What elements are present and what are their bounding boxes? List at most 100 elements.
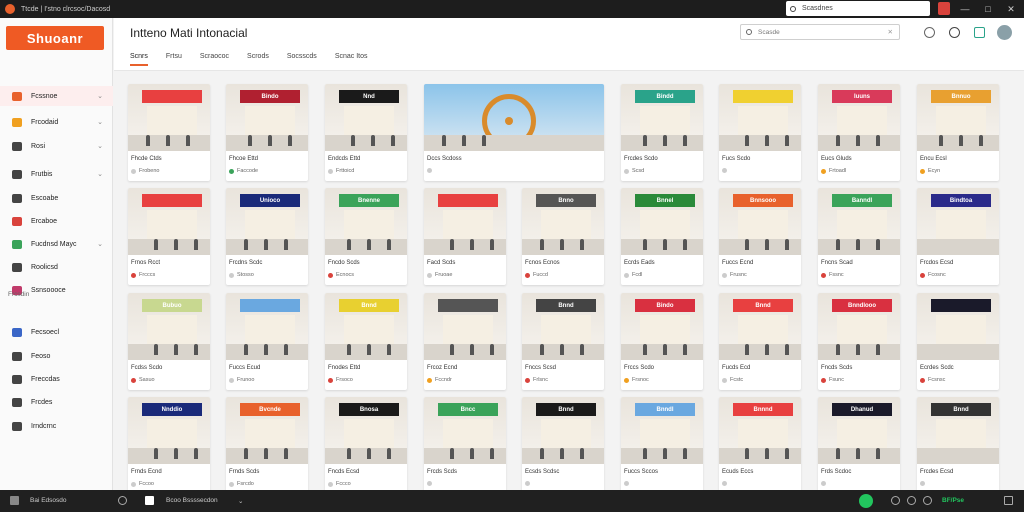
avatar[interactable] bbox=[997, 25, 1012, 40]
chevron-down-icon[interactable]: ⌄ bbox=[238, 497, 243, 505]
tab[interactable]: Scraococ bbox=[200, 53, 229, 66]
status-dot-icon bbox=[131, 168, 136, 174]
shopper-figure bbox=[154, 239, 158, 250]
store-card[interactable]: Bnno Fcnos Ecnos Fuccd bbox=[522, 188, 604, 285]
chevron-down-icon[interactable]: ⌄ bbox=[97, 240, 103, 248]
store-card[interactable]: Bindd Frcdes Scdo Scsd bbox=[621, 84, 703, 181]
store-thumbnail: Banndl bbox=[818, 188, 900, 255]
tab[interactable]: Frtsu bbox=[166, 53, 182, 66]
sidebar-item[interactable]: Roolicsd bbox=[0, 257, 113, 277]
store-meta: Fccoo bbox=[131, 481, 154, 487]
store-card[interactable]: Bindtoa Frcdos Ecsd Fcosnc bbox=[917, 188, 999, 285]
store-card[interactable]: Nnd Endcds Ettd Frttoicd bbox=[325, 84, 407, 181]
settings-icon[interactable] bbox=[949, 27, 960, 38]
app-logo[interactable]: Shuoanr bbox=[6, 26, 104, 50]
tab[interactable]: Scnrs bbox=[130, 53, 148, 66]
store-card[interactable]: Bnenne Fncdo Scds Ecnocs bbox=[325, 188, 407, 285]
store-card[interactable]: Bnnd Fnodes Ettd Frsoco bbox=[325, 293, 407, 390]
store-card[interactable]: Unioco Frcdns Scdc Stosso bbox=[226, 188, 308, 285]
store-card[interactable]: Bnnuo Encu Ecsl Ecyn bbox=[917, 84, 999, 181]
tab[interactable]: Socsscds bbox=[287, 53, 317, 66]
store-meta-text: Fccndr bbox=[435, 377, 452, 383]
store-card[interactable]: Banndl Fncns Scad Fssnc bbox=[818, 188, 900, 285]
store-card[interactable]: Bncc Frcds Scds bbox=[424, 397, 506, 494]
sidebar-section-item[interactable]: Frcdes bbox=[0, 392, 113, 412]
wifi-icon[interactable] bbox=[907, 496, 916, 505]
store-name: Fhcoe Ettd bbox=[229, 156, 259, 162]
store-card[interactable]: Bindo Frccs Scdo Frsnoc bbox=[621, 293, 703, 390]
volume-icon[interactable] bbox=[891, 496, 900, 505]
tab[interactable]: Scnac Itos bbox=[335, 53, 368, 66]
sidebar-section-item[interactable]: Freccdas bbox=[0, 369, 113, 389]
shopper-figure bbox=[765, 448, 769, 459]
store-card[interactable]: Dccs Scdoss bbox=[424, 84, 604, 181]
store-card[interactable]: Fucs Scdo bbox=[719, 84, 801, 181]
store-card[interactable]: Frcoz Ecnd Fccndr bbox=[424, 293, 506, 390]
chevron-down-icon[interactable]: ⌄ bbox=[97, 142, 103, 150]
chevron-down-icon[interactable]: ⌄ bbox=[97, 118, 103, 126]
sidebar-section-item[interactable]: Irndcrnc bbox=[0, 416, 113, 436]
sidebar-section-item[interactable]: Feoso bbox=[0, 346, 113, 366]
store-card[interactable]: Facd Scds Fruoae bbox=[424, 188, 506, 285]
online-status-icon[interactable] bbox=[859, 494, 873, 508]
battery-icon[interactable] bbox=[923, 496, 932, 505]
sidebar-section-item[interactable]: Fecsoecl bbox=[0, 322, 113, 342]
store-meta-text: Frobeno bbox=[139, 168, 160, 174]
store-meta: Frsnoc bbox=[624, 377, 649, 383]
sidebar-item[interactable]: Fucdnsd Mayc ⌄ bbox=[0, 234, 113, 254]
store-card[interactable]: Bnnd Ecsds Scdsc bbox=[522, 397, 604, 494]
store-thumbnail: Bnnsooo bbox=[719, 188, 801, 255]
store-meta-text: Fruoae bbox=[435, 272, 453, 278]
search-icon[interactable] bbox=[924, 27, 935, 38]
shopper-figure bbox=[876, 239, 880, 250]
shopper-figure bbox=[643, 448, 647, 459]
store-name: Fuccs Ecud bbox=[229, 365, 261, 371]
close-icon[interactable]: ✕ bbox=[1000, 0, 1022, 18]
notification-icon[interactable] bbox=[938, 2, 950, 15]
store-card[interactable]: Bnndl Fuccs Sccos bbox=[621, 397, 703, 494]
sidebar-item[interactable]: Rosi ⌄ bbox=[0, 136, 113, 156]
store-card[interactable]: Nnddio Frnds Ecnd Fccoo bbox=[128, 397, 210, 494]
store-card[interactable]: Bnnd Frcdes Ecsd bbox=[917, 397, 999, 494]
store-card[interactable]: Bnnd Fnccs Scsd Frlsnc bbox=[522, 293, 604, 390]
chevron-down-icon[interactable]: ⌄ bbox=[97, 92, 103, 100]
clear-icon[interactable]: ✕ bbox=[888, 28, 893, 36]
store-card[interactable]: Dhanud Frds Scdoc bbox=[818, 397, 900, 494]
shopper-figure bbox=[450, 239, 454, 250]
sidebar-item[interactable]: Ercaboe bbox=[0, 211, 113, 231]
store-card[interactable]: Ecrdes Scdc Fcsnsc bbox=[917, 293, 999, 390]
store-card[interactable]: Bubuo Fcdss Scdo Sasuo bbox=[128, 293, 210, 390]
status-dot-icon bbox=[722, 377, 727, 383]
store-card[interactable]: Bnosa Fncds Ecsd Fccco bbox=[325, 397, 407, 494]
store-card[interactable]: Frnos Rcct Frcccs bbox=[128, 188, 210, 285]
clock-icon[interactable] bbox=[118, 496, 127, 505]
sidebar-item[interactable]: Frutbis ⌄ bbox=[0, 164, 113, 184]
store-card[interactable]: Fuccs Ecud Frunoo bbox=[226, 293, 308, 390]
chat-icon[interactable] bbox=[145, 496, 154, 505]
sidebar-item-icon bbox=[12, 374, 22, 384]
titlebar-search[interactable]: Scasdnes bbox=[786, 1, 930, 16]
store-meta: Frlsnc bbox=[525, 377, 548, 383]
window-icon[interactable] bbox=[10, 496, 19, 505]
chevron-down-icon[interactable]: ⌄ bbox=[97, 170, 103, 178]
minimize-icon[interactable]: — bbox=[954, 0, 976, 18]
sidebar-item[interactable]: Frcodaid ⌄ bbox=[0, 112, 113, 132]
store-card[interactable]: Bnnnd Ecuds Eccs bbox=[719, 397, 801, 494]
store-card[interactable]: Bindo Fhcoe Ettd Faccode bbox=[226, 84, 308, 181]
sidebar-item[interactable]: Fcssnoe ⌄ bbox=[0, 86, 113, 106]
store-name: Fucds Ecd bbox=[722, 365, 751, 371]
notification-center-icon[interactable] bbox=[1004, 496, 1013, 505]
store-card[interactable]: Bnndlooo Fncds Scds Fsunc bbox=[818, 293, 900, 390]
store-card[interactable]: Bnnel Ecrds Eads Fcdl bbox=[621, 188, 703, 285]
store-card[interactable]: Iuuns Eucs Gluds Frtoadl bbox=[818, 84, 900, 181]
header-search-input[interactable]: Scasde ✕ bbox=[740, 24, 900, 40]
store-card[interactable]: Bnnd Fucds Ecd Fcstc bbox=[719, 293, 801, 390]
store-card[interactable]: Fhcde Ctds Frobeno bbox=[128, 84, 210, 181]
store-card[interactable]: Bnnsooo Fuccs Ecnd Frusnc bbox=[719, 188, 801, 285]
store-name: Frnds Scds bbox=[229, 469, 260, 475]
store-card[interactable]: Bvcnde Frnds Scds Fsrcdo bbox=[226, 397, 308, 494]
maximize-icon[interactable]: □ bbox=[977, 0, 999, 18]
sidebar-item[interactable]: Escoabe bbox=[0, 188, 113, 208]
bookmark-icon[interactable] bbox=[974, 27, 985, 38]
tab[interactable]: Scrods bbox=[247, 53, 269, 66]
